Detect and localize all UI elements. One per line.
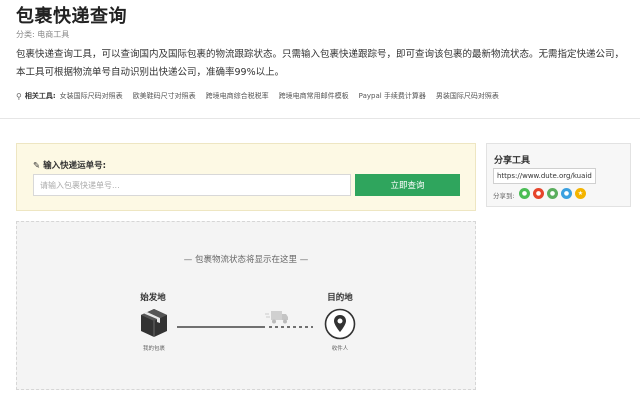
tool-description: 包裹快递查询工具，可以查询国内及国际包裹的物流跟踪状态。只需输入包裹快递跟踪号，… [16, 49, 625, 78]
related-tools-label: 相关工具: [24, 92, 56, 100]
page-title: 包裹快递查询 [16, 6, 127, 27]
destination-title: 目的地 [327, 293, 353, 303]
query-label-text: 输入快递运单号: [43, 161, 106, 171]
related-link[interactable]: 欧美鞋码尺寸对照表 [133, 91, 196, 101]
related-link[interactable]: 女装国际尺码对照表 [60, 91, 123, 101]
related-link[interactable]: 跨境电商综合税税率 [206, 91, 269, 101]
qzone-icon[interactable]: ● [561, 188, 572, 199]
map-pin-icon: ⚲ [16, 91, 22, 101]
query-label: ✎ 输入快递运单号: [33, 159, 106, 171]
favorite-star-icon[interactable]: ★ [575, 188, 586, 199]
related-tools: ⚲ 相关工具: 女装国际尺码对照表 欧美鞋码尺寸对照表 跨境电商综合税税率 跨境… [16, 91, 509, 101]
related-link[interactable]: 男装国际尺码对照表 [436, 91, 499, 101]
query-button[interactable]: 立即查询 [355, 174, 460, 196]
related-link[interactable]: 跨境电商常用邮件模板 [279, 91, 349, 101]
share-title: 分享工具 [494, 156, 531, 166]
share-panel: 分享工具 分享到: ● ● ● ● ★ [486, 143, 631, 207]
share-to-label: 分享到: [493, 192, 515, 200]
section-divider [0, 118, 640, 119]
route-line [177, 326, 313, 328]
wechat-icon[interactable]: ● [519, 188, 530, 199]
delivery-truck-icon [265, 311, 288, 324]
tracking-number-input[interactable] [33, 174, 351, 196]
related-link[interactable]: Paypal 手续费计算器 [359, 91, 426, 101]
category-line: 分类: 电商工具 [16, 29, 69, 40]
status-placeholder: — 包裹物流状态将显示在这里 — [183, 255, 309, 265]
category-link[interactable]: 电商工具 [37, 30, 69, 39]
share-icons: ● ● ● ● ★ [519, 188, 586, 199]
share-url-field[interactable] [493, 168, 596, 184]
weibo-icon[interactable]: ● [533, 188, 544, 199]
pencil-icon: ✎ [33, 161, 41, 171]
query-panel: ✎ 输入快递运单号: 立即查询 [16, 143, 476, 211]
douban-icon[interactable]: ● [547, 188, 558, 199]
category-prefix: 分类: [16, 30, 35, 39]
package-box-icon [141, 309, 167, 337]
destination-caption: 收件人 [331, 346, 349, 352]
location-pin-icon [324, 308, 356, 340]
origin-caption: 我的包裹 [142, 346, 165, 352]
origin-title: 始发地 [140, 293, 166, 303]
tracking-status-area: — 包裹物流状态将显示在这里 — 始发地 目的地 我的包裹 收件人 [16, 221, 476, 390]
